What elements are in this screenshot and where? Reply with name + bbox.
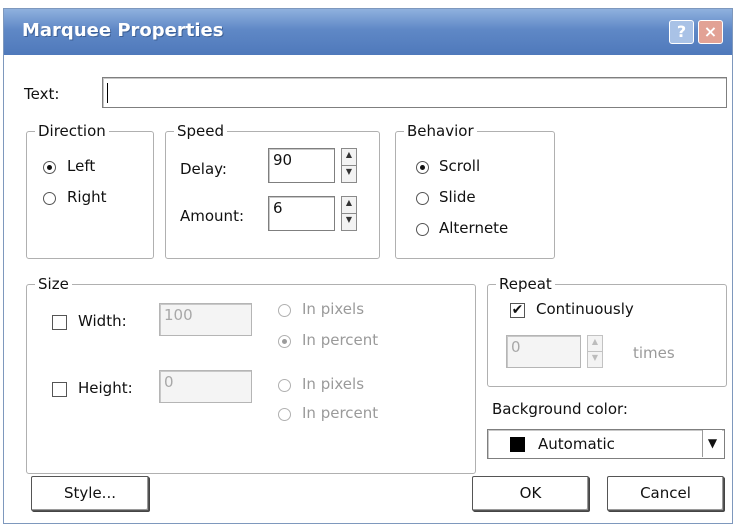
width-label: Width:: [78, 312, 127, 330]
width-input[interactable]: 100: [159, 303, 252, 336]
continuously-label: Continuously: [536, 300, 634, 318]
delay-label: Delay:: [180, 160, 227, 178]
speed-legend: Speed: [174, 122, 228, 140]
amount-label: Amount:: [180, 207, 244, 225]
behavior-slide-label: Slide: [439, 188, 476, 206]
continuously-checkbox[interactable]: ✔: [510, 303, 525, 318]
dropdown-arrow-icon[interactable]: ▼: [702, 430, 722, 457]
background-color-swatch: [510, 437, 525, 452]
width-percent-label: In percent: [302, 331, 379, 349]
delay-down-icon[interactable]: ▼: [342, 166, 356, 183]
delay-up-icon[interactable]: ▲: [342, 149, 356, 166]
repeat-up-icon[interactable]: ▲: [588, 336, 602, 352]
amount-down-icon[interactable]: ▼: [342, 214, 356, 231]
height-input[interactable]: 0: [159, 370, 252, 403]
repeat-times-spinner[interactable]: ▲ ▼: [587, 335, 603, 368]
style-button[interactable]: Style...: [31, 476, 149, 511]
delay-input[interactable]: 90: [268, 148, 335, 183]
close-button[interactable]: ×: [698, 20, 723, 44]
height-percent-label: In percent: [302, 404, 379, 422]
text-label: Text:: [24, 85, 60, 103]
help-button[interactable]: ?: [669, 20, 694, 44]
direction-right-label: Right: [67, 188, 107, 206]
height-label: Height:: [78, 379, 133, 397]
behavior-slide-radio[interactable]: [416, 192, 429, 205]
height-checkbox[interactable]: [52, 382, 67, 397]
height-percent-radio[interactable]: [278, 408, 291, 421]
direction-left-radio[interactable]: [43, 161, 56, 174]
amount-up-icon[interactable]: ▲: [342, 197, 356, 214]
background-color-value: Automatic: [538, 435, 615, 453]
ok-button[interactable]: OK: [472, 476, 589, 511]
repeat-legend: Repeat: [496, 275, 555, 293]
repeat-times-label: times: [633, 344, 675, 362]
repeat-times-input[interactable]: 0: [506, 335, 581, 368]
amount-input[interactable]: 6: [268, 196, 335, 231]
width-checkbox[interactable]: [52, 315, 67, 330]
direction-left-label: Left: [67, 157, 96, 175]
marquee-properties-dialog: Marquee Properties ? × Text: Direction L…: [3, 8, 733, 524]
text-input[interactable]: [102, 77, 727, 108]
behavior-legend: Behavior: [404, 122, 477, 140]
amount-spinner[interactable]: ▲ ▼: [341, 196, 357, 231]
behavior-alternate-radio[interactable]: [416, 223, 429, 236]
repeat-down-icon[interactable]: ▼: [588, 352, 602, 368]
delay-spinner[interactable]: ▲ ▼: [341, 148, 357, 183]
window-title: Marquee Properties: [22, 20, 224, 41]
width-pixels-label: In pixels: [302, 300, 365, 318]
height-pixels-label: In pixels: [302, 375, 365, 393]
width-percent-radio[interactable]: [278, 335, 291, 348]
width-pixels-radio[interactable]: [278, 304, 291, 317]
background-color-select[interactable]: Automatic ▼: [487, 429, 725, 459]
behavior-alternate-label: Alternete: [439, 219, 509, 237]
direction-right-radio[interactable]: [43, 192, 56, 205]
cancel-button[interactable]: Cancel: [607, 476, 724, 511]
text-caret: [107, 83, 108, 103]
size-legend: Size: [35, 275, 72, 293]
height-pixels-radio[interactable]: [278, 379, 291, 392]
direction-legend: Direction: [35, 122, 109, 140]
title-bar[interactable]: Marquee Properties ? ×: [4, 9, 732, 55]
background-color-label: Background color:: [492, 400, 628, 418]
behavior-scroll-radio[interactable]: [416, 161, 429, 174]
behavior-scroll-label: Scroll: [439, 157, 481, 175]
